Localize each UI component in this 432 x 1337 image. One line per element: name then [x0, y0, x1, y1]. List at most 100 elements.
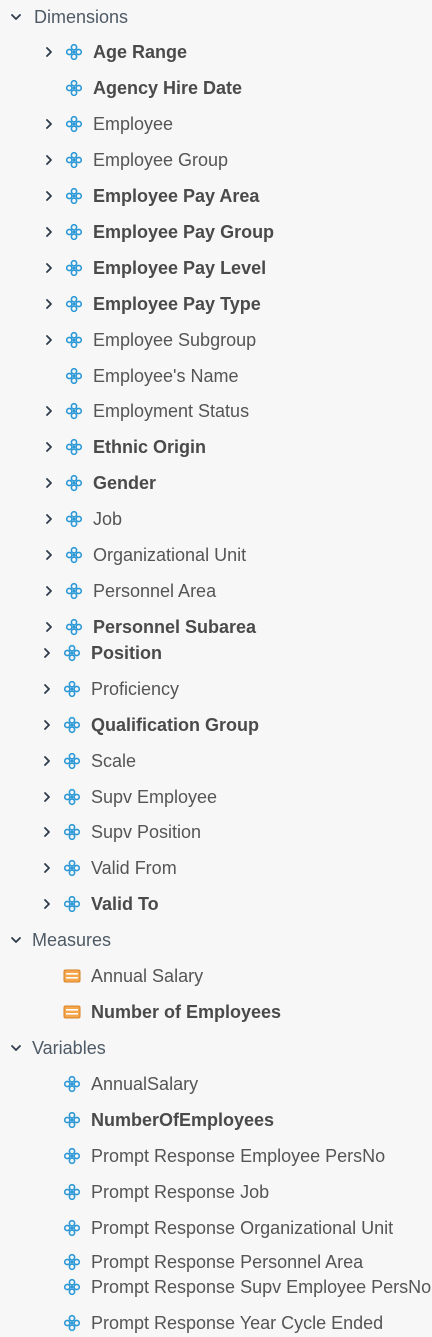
dimension-item[interactable]: Scale — [0, 747, 432, 775]
dimension-item[interactable]: Personnel Area — [0, 577, 432, 605]
dimension-icon — [65, 79, 83, 97]
dimension-item[interactable]: Age Range — [0, 38, 432, 66]
measure-icon — [63, 967, 81, 985]
item-label: Employee — [93, 114, 174, 134]
dimension-item[interactable]: Employee's Name — [0, 362, 432, 390]
dimension-item[interactable]: Valid From — [0, 854, 432, 882]
chevron-right-icon[interactable] — [42, 440, 56, 454]
dimension-item[interactable]: Employee Subgroup — [0, 326, 432, 354]
chevron-right-icon[interactable] — [42, 333, 56, 347]
dimension-item[interactable]: Organizational Unit — [0, 541, 432, 569]
dimension-item[interactable]: Personnel Subarea — [0, 613, 432, 641]
variable-item[interactable]: Prompt Response Job — [0, 1178, 432, 1206]
dimension-item[interactable]: Employee Pay Area — [0, 182, 432, 210]
dimension-icon — [63, 1314, 81, 1332]
item-label: Organizational Unit — [93, 545, 247, 565]
variable-item[interactable]: NumberOfEmployees — [0, 1106, 432, 1134]
chevron-right-icon[interactable] — [42, 261, 56, 275]
chevron-right-icon[interactable] — [42, 117, 56, 131]
dimension-item[interactable]: Employee Pay Level — [0, 254, 432, 282]
chevron-right-icon[interactable] — [40, 790, 54, 804]
item-label: Annual Salary — [91, 966, 204, 986]
variable-item[interactable]: Prompt Response Year Cycle Ended — [0, 1309, 432, 1337]
dimension-icon — [63, 1183, 81, 1201]
section-label: Measures — [32, 930, 112, 950]
dimension-item[interactable]: Position — [0, 639, 432, 667]
dimension-item[interactable]: Employee — [0, 110, 432, 138]
item-label: Employee Subgroup — [93, 330, 257, 350]
item-label: Number of Employees — [91, 1002, 282, 1022]
section-header-dimensions[interactable]: Dimensions — [0, 3, 432, 31]
item-label: Employment Status — [93, 401, 250, 421]
dimension-icon — [63, 644, 81, 662]
dimension-icon — [63, 823, 81, 841]
dimension-icon — [63, 1075, 81, 1093]
dimension-icon — [65, 510, 83, 528]
item-label: Employee Pay Group — [93, 222, 275, 242]
chevron-right-icon[interactable] — [40, 682, 54, 696]
chevron-right-icon[interactable] — [42, 45, 56, 59]
chevron-right-icon[interactable] — [42, 297, 56, 311]
chevron-right-icon[interactable] — [40, 861, 54, 875]
dimension-item[interactable]: Gender — [0, 469, 432, 497]
variable-item[interactable]: Prompt Response Employee PersNo — [0, 1142, 432, 1170]
chevron-down-icon[interactable] — [9, 933, 23, 947]
item-label: Personnel Subarea — [93, 617, 257, 637]
chevron-right-icon[interactable] — [42, 153, 56, 167]
dimension-item[interactable]: Qualification Group — [0, 711, 432, 739]
section-label: Dimensions — [34, 7, 129, 27]
item-label: Prompt Response Organizational Unit — [91, 1218, 394, 1238]
item-label: AnnualSalary — [91, 1074, 199, 1094]
chevron-right-icon[interactable] — [42, 620, 56, 634]
variable-item[interactable]: AnnualSalary — [0, 1070, 432, 1098]
dimension-icon — [65, 474, 83, 492]
chevron-right-icon[interactable] — [42, 548, 56, 562]
section-header-measures[interactable]: Measures — [0, 926, 432, 954]
chevron-right-icon[interactable] — [42, 512, 56, 526]
dimension-item[interactable]: Valid To — [0, 890, 432, 918]
item-label: NumberOfEmployees — [91, 1110, 275, 1130]
dimension-item[interactable]: Employment Status — [0, 397, 432, 425]
dimension-item[interactable]: Agency Hire Date — [0, 74, 432, 102]
item-label: Employee's Name — [93, 366, 239, 386]
chevron-right-icon[interactable] — [42, 476, 56, 490]
chevron-right-icon[interactable] — [40, 897, 54, 911]
dimension-icon — [63, 1111, 81, 1129]
chevron-right-icon[interactable] — [40, 718, 54, 732]
dimension-item[interactable]: Ethnic Origin — [0, 433, 432, 461]
chevron-right-icon[interactable] — [42, 584, 56, 598]
item-label: Gender — [93, 473, 157, 493]
dimension-icon — [65, 115, 83, 133]
dimension-item[interactable]: Supv Employee — [0, 783, 432, 811]
chevron-right-icon[interactable] — [42, 189, 56, 203]
item-label: Prompt Response Employee PersNo — [91, 1146, 386, 1166]
dimension-icon — [63, 680, 81, 698]
dimension-item[interactable]: Proficiency — [0, 675, 432, 703]
variable-item[interactable]: Prompt Response Personnel Area — [0, 1248, 432, 1276]
dimension-item[interactable]: Employee Pay Type — [0, 290, 432, 318]
dimension-item[interactable]: Supv Position — [0, 818, 432, 846]
chevron-right-icon[interactable] — [40, 825, 54, 839]
dimension-icon — [63, 1253, 81, 1271]
dimension-item[interactable]: Job — [0, 505, 432, 533]
item-label: Employee Pay Area — [93, 186, 260, 206]
item-label: Valid To — [91, 894, 159, 914]
chevron-right-icon[interactable] — [42, 404, 56, 418]
chevron-right-icon[interactable] — [42, 225, 56, 239]
measure-item[interactable]: Number of Employees — [0, 998, 432, 1026]
item-label: Position — [91, 643, 162, 663]
dimension-icon — [65, 367, 83, 385]
dimension-icon — [63, 752, 81, 770]
chevron-down-icon[interactable] — [9, 10, 23, 24]
variable-item[interactable]: Prompt Response Organizational Unit — [0, 1214, 432, 1242]
chevron-right-icon[interactable] — [40, 754, 54, 768]
measure-item[interactable]: Annual Salary — [0, 962, 432, 990]
item-label: Ethnic Origin — [93, 437, 207, 457]
dimension-item[interactable]: Employee Pay Group — [0, 218, 432, 246]
chevron-down-icon[interactable] — [9, 1041, 23, 1055]
dimension-item[interactable]: Employee Group — [0, 146, 432, 174]
dimension-icon — [63, 716, 81, 734]
chevron-right-icon[interactable] — [40, 646, 54, 660]
variable-item[interactable]: Prompt Response Supv Employee PersNo — [0, 1273, 432, 1301]
section-header-variables[interactable]: Variables — [0, 1034, 432, 1062]
